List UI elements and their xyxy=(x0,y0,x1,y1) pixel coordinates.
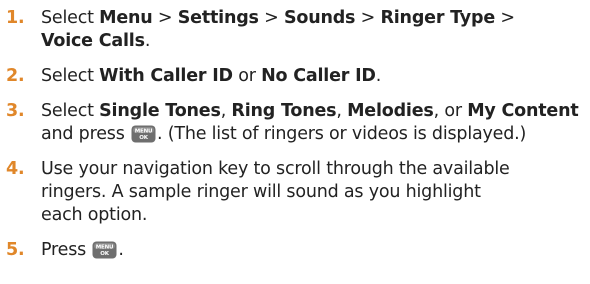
step-number: 1. xyxy=(6,8,25,28)
step-text-run: > xyxy=(152,8,178,28)
step-number: 2. xyxy=(6,66,25,86)
key-label-ok: OK xyxy=(139,135,148,141)
instruction-step: 3. Select Single Tones, Ring Tones, Melod… xyxy=(6,100,586,146)
step-text-run: , or xyxy=(433,101,468,121)
step-text: Select Single Tones, Ring Tones, Melodie… xyxy=(41,100,586,146)
step-text-run: . xyxy=(144,31,151,51)
menu-path-term: Melodies xyxy=(347,101,434,121)
step-text-run: or xyxy=(232,66,262,86)
menu-path-term: Menu xyxy=(99,8,153,28)
step-text-run: Press xyxy=(41,240,92,260)
step-number: 4. xyxy=(6,159,25,179)
key-label-ok: OK xyxy=(101,251,110,257)
step-text-run: Use your navigation key to scroll throug… xyxy=(41,159,510,179)
step-number: 5. xyxy=(6,240,25,260)
menu-path-term: No Caller ID xyxy=(261,66,376,86)
step-text-run: . (The list of ringers or videos is disp… xyxy=(156,124,527,144)
menu-path-term: Ring Tones xyxy=(231,101,337,121)
step-text: Press MENU OK. xyxy=(41,239,586,262)
menu-path-term: Sounds xyxy=(283,8,356,28)
step-number: 3. xyxy=(6,101,25,121)
step-text-run: > xyxy=(355,8,381,28)
menu-ok-key-icon: MENU OK xyxy=(131,125,156,143)
instruction-step: 2. Select With Caller ID or No Caller ID. xyxy=(6,65,586,88)
menu-path-term: Settings xyxy=(177,8,259,28)
step-text-run: Select xyxy=(41,8,100,28)
menu-path-term: Voice Calls xyxy=(41,31,145,51)
step-text-run: each option. xyxy=(41,205,148,225)
step-text-run: , xyxy=(220,101,232,121)
key-label-menu: MENU xyxy=(96,245,114,251)
step-text-run: Select xyxy=(41,66,100,86)
menu-path-term: With Caller ID xyxy=(99,66,233,86)
step-text-run: , xyxy=(336,101,348,121)
step-text-run: ringers. A sample ringer will sound as y… xyxy=(41,182,481,202)
menu-path-term: My Content xyxy=(467,101,579,121)
step-text: Select With Caller ID or No Caller ID. xyxy=(41,65,586,88)
step-text-run: > xyxy=(258,8,284,28)
instruction-steps: 1. Select Menu > Settings > Sounds > Ring… xyxy=(6,7,586,262)
menu-path-term: Single Tones xyxy=(99,101,221,121)
instruction-step: 4. Use your navigation key to scroll thro… xyxy=(6,158,586,227)
step-text-run: > xyxy=(495,8,515,28)
step-text-run: . xyxy=(118,240,124,260)
menu-ok-key-icon: MENU OK xyxy=(92,241,117,259)
key-label-menu: MENU xyxy=(135,129,153,135)
instruction-step: 5. Press MENU OK. xyxy=(6,239,586,262)
step-text-run: Select xyxy=(41,101,100,121)
instruction-step: 1. Select Menu > Settings > Sounds > Ring… xyxy=(6,7,586,53)
step-text-run: and press xyxy=(41,124,130,144)
step-text: Select Menu > Settings > Sounds > Ringer… xyxy=(41,7,586,53)
step-text: Use your navigation key to scroll throug… xyxy=(41,158,586,227)
step-text-run: . xyxy=(375,66,382,86)
menu-path-term: Ringer Type xyxy=(380,8,495,28)
